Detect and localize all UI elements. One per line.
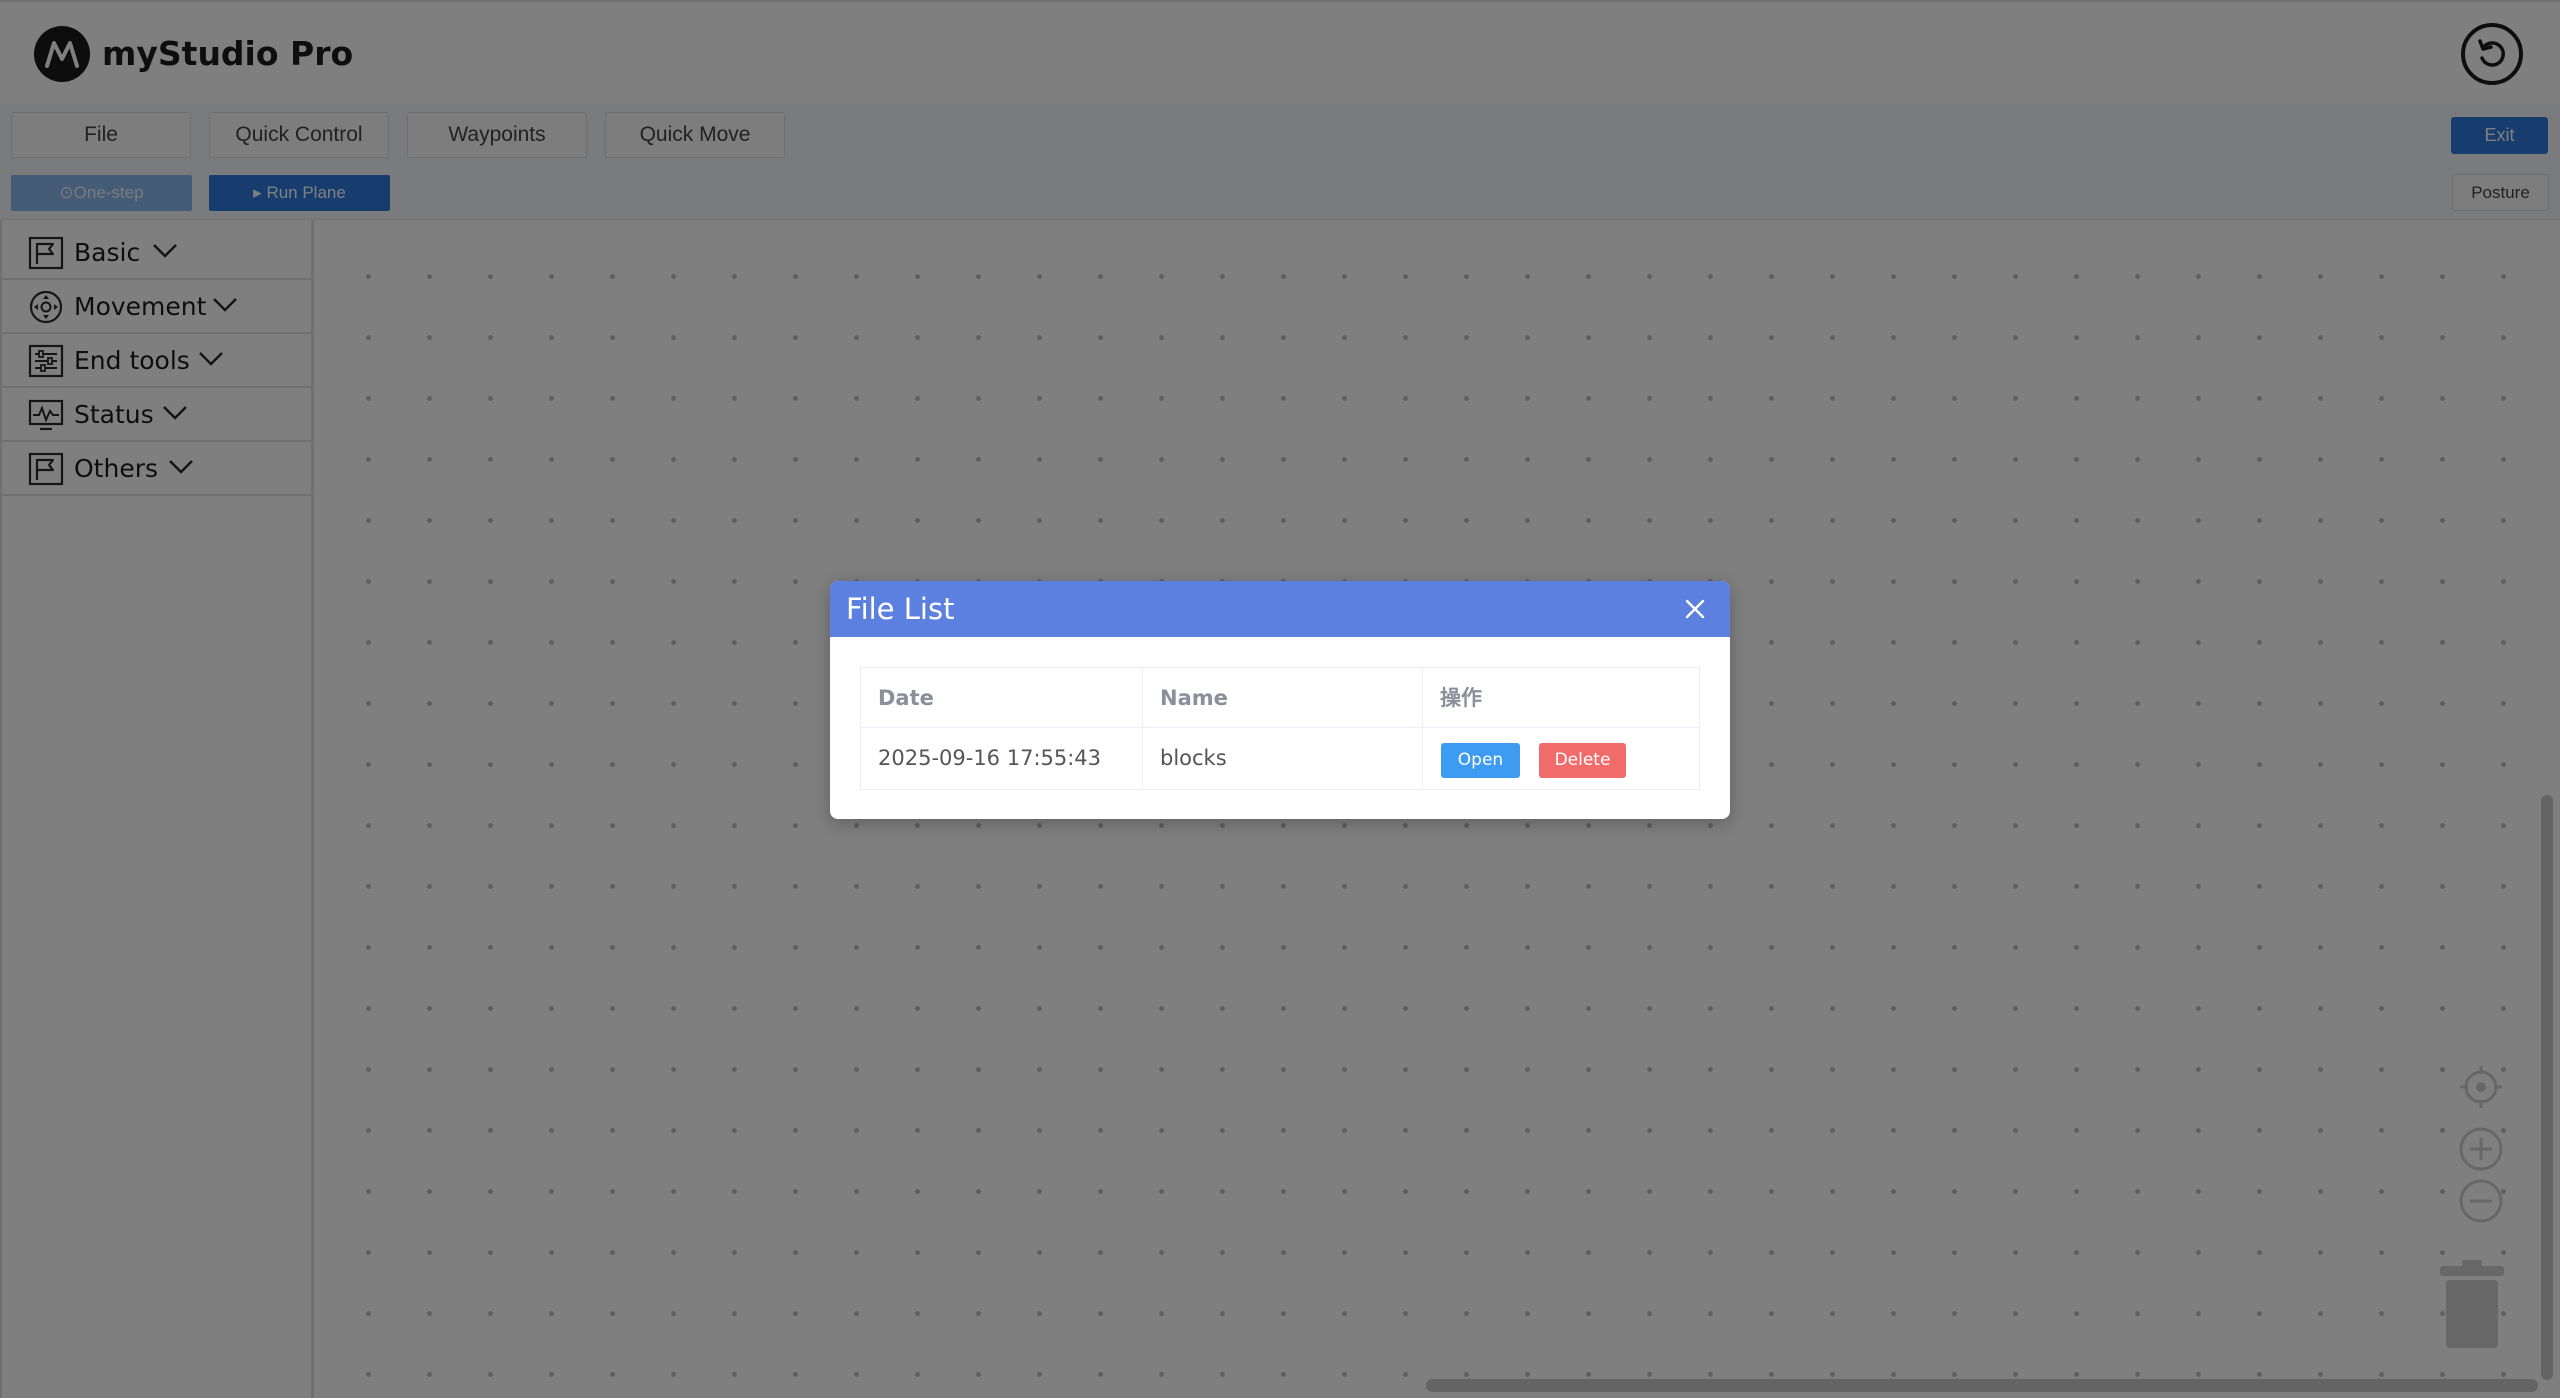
column-header-name: Name [1143, 668, 1423, 727]
dialog-header: File List [830, 581, 1730, 637]
file-date: 2025-09-16 17:55:43 [861, 728, 1143, 789]
open-file-button[interactable]: Open [1441, 743, 1520, 778]
table-row: 2025-09-16 17:55:43 blocks Open Delete [861, 728, 1699, 789]
dialog-title: File List [846, 592, 955, 626]
close-icon[interactable] [1684, 598, 1706, 620]
app-root: myStudio Pro File Quick Control Waypoint… [0, 0, 2560, 1398]
file-table: Date Name 操作 2025-09-16 17:55:43 blocks … [860, 667, 1700, 790]
file-name: blocks [1143, 728, 1423, 789]
table-header-row: Date Name 操作 [861, 668, 1699, 728]
column-header-date: Date [861, 668, 1143, 727]
file-actions: Open Delete [1423, 728, 1701, 789]
file-list-dialog: File List Date Name 操作 2025-09-16 17:55:… [830, 581, 1730, 819]
delete-file-button[interactable]: Delete [1539, 743, 1626, 778]
column-header-actions: 操作 [1440, 686, 1482, 710]
